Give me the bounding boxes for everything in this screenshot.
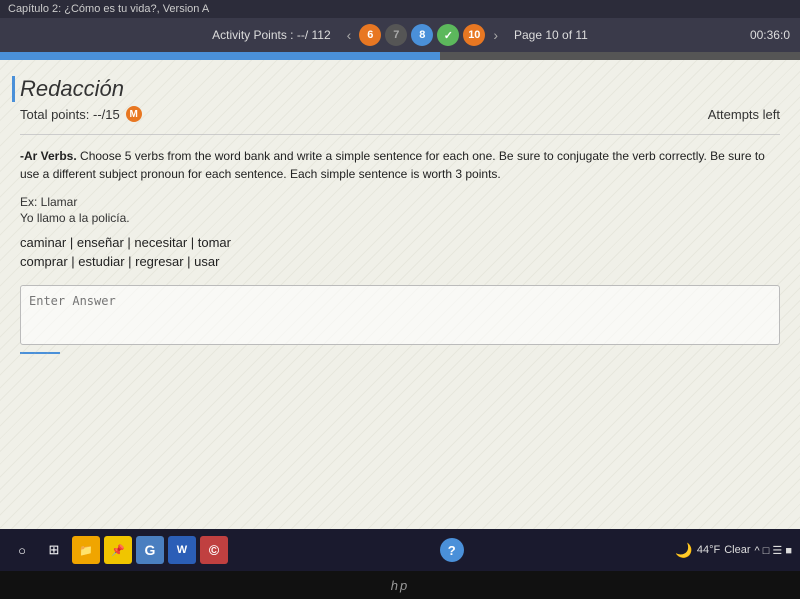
taskbar-center: ?	[232, 538, 671, 562]
example-sentence: Yo llamo a la policía.	[20, 211, 780, 225]
nav-next-arrow[interactable]: ›	[493, 27, 498, 43]
answer-underline	[20, 352, 60, 354]
instruction-bold: -Ar Verbs.	[20, 149, 77, 163]
nav-circle-7[interactable]: 7	[385, 24, 407, 46]
instruction-text: -Ar Verbs. Choose 5 verbs from the word …	[20, 147, 780, 183]
sys-tray: 🌙 44°F Clear ^ □ ☰ ■	[675, 542, 792, 559]
total-points: Total points: --/15 M	[20, 106, 142, 122]
help-icon[interactable]: ?	[440, 538, 464, 562]
word-bank-row-1: caminar | enseñar | necesitar | tomar	[20, 235, 780, 250]
window-title: Capítulo 2: ¿Cómo es tu vida?, Version A	[8, 3, 209, 15]
progress-bar-container	[0, 52, 800, 60]
example-block: Ex: Llamar Yo llamo a la policía.	[20, 195, 780, 225]
nav-circle-check[interactable]: ✓	[437, 24, 459, 46]
attempts-left: Attempts left	[708, 107, 780, 122]
nav-circle-6[interactable]: 6	[359, 24, 381, 46]
total-points-row: Total points: --/15 M Attempts left	[20, 106, 780, 122]
divider	[20, 134, 780, 135]
nav-circle-8[interactable]: 8	[411, 24, 433, 46]
file-explorer-icon[interactable]: 📁	[72, 536, 100, 564]
word-bank-row-2: comprar | estudiar | regresar | usar	[20, 254, 780, 269]
hp-logo: hp	[391, 578, 409, 593]
nav-circle-10[interactable]: 10	[463, 24, 485, 46]
sys-tray-icons: ^ □ ☰ ■	[755, 544, 792, 557]
temperature: 44°F	[697, 544, 720, 556]
total-points-text: Total points: --/15	[20, 107, 120, 122]
instruction-body: Choose 5 verbs from the word bank and wr…	[20, 149, 765, 181]
browser-icon[interactable]: G	[136, 536, 164, 564]
m-badge: M	[126, 106, 142, 122]
activity-bar: Activity Points : --/ 112 ‹ 6 7 8 ✓ 10 ›…	[0, 18, 800, 52]
timer: 00:36:0	[750, 28, 790, 42]
app2-icon[interactable]: ©	[200, 536, 228, 564]
grid-icon[interactable]: ⊞	[40, 536, 68, 564]
taskbar: ○ ⊞ 📁 📌 G W © ? 🌙 44°F Clear ^ □ ☰ ■	[0, 529, 800, 571]
moon-icon: 🌙	[675, 542, 692, 559]
activity-points: Activity Points : --/ 112	[212, 28, 330, 42]
example-label: Ex: Llamar	[20, 195, 780, 209]
nav-circles: 6 7 8 ✓ 10	[359, 24, 485, 46]
nav-prev-arrow[interactable]: ‹	[347, 27, 352, 43]
progress-bar-fill	[0, 52, 440, 60]
screen: Capítulo 2: ¿Cómo es tu vida?, Version A…	[0, 0, 800, 599]
section-title: Redacción	[20, 76, 780, 102]
top-bar: Capítulo 2: ¿Cómo es tu vida?, Version A	[0, 0, 800, 18]
sticky-notes-icon[interactable]: 📌	[104, 536, 132, 564]
main-content: Redacción Total points: --/15 M Attempts…	[0, 60, 800, 529]
clear-label: Clear	[724, 544, 750, 556]
start-button[interactable]: ○	[8, 536, 36, 564]
word-app-icon[interactable]: W	[168, 536, 196, 564]
answer-input[interactable]	[20, 285, 780, 345]
hp-bar: hp	[0, 571, 800, 599]
page-info: Page 10 of 11	[514, 28, 588, 42]
